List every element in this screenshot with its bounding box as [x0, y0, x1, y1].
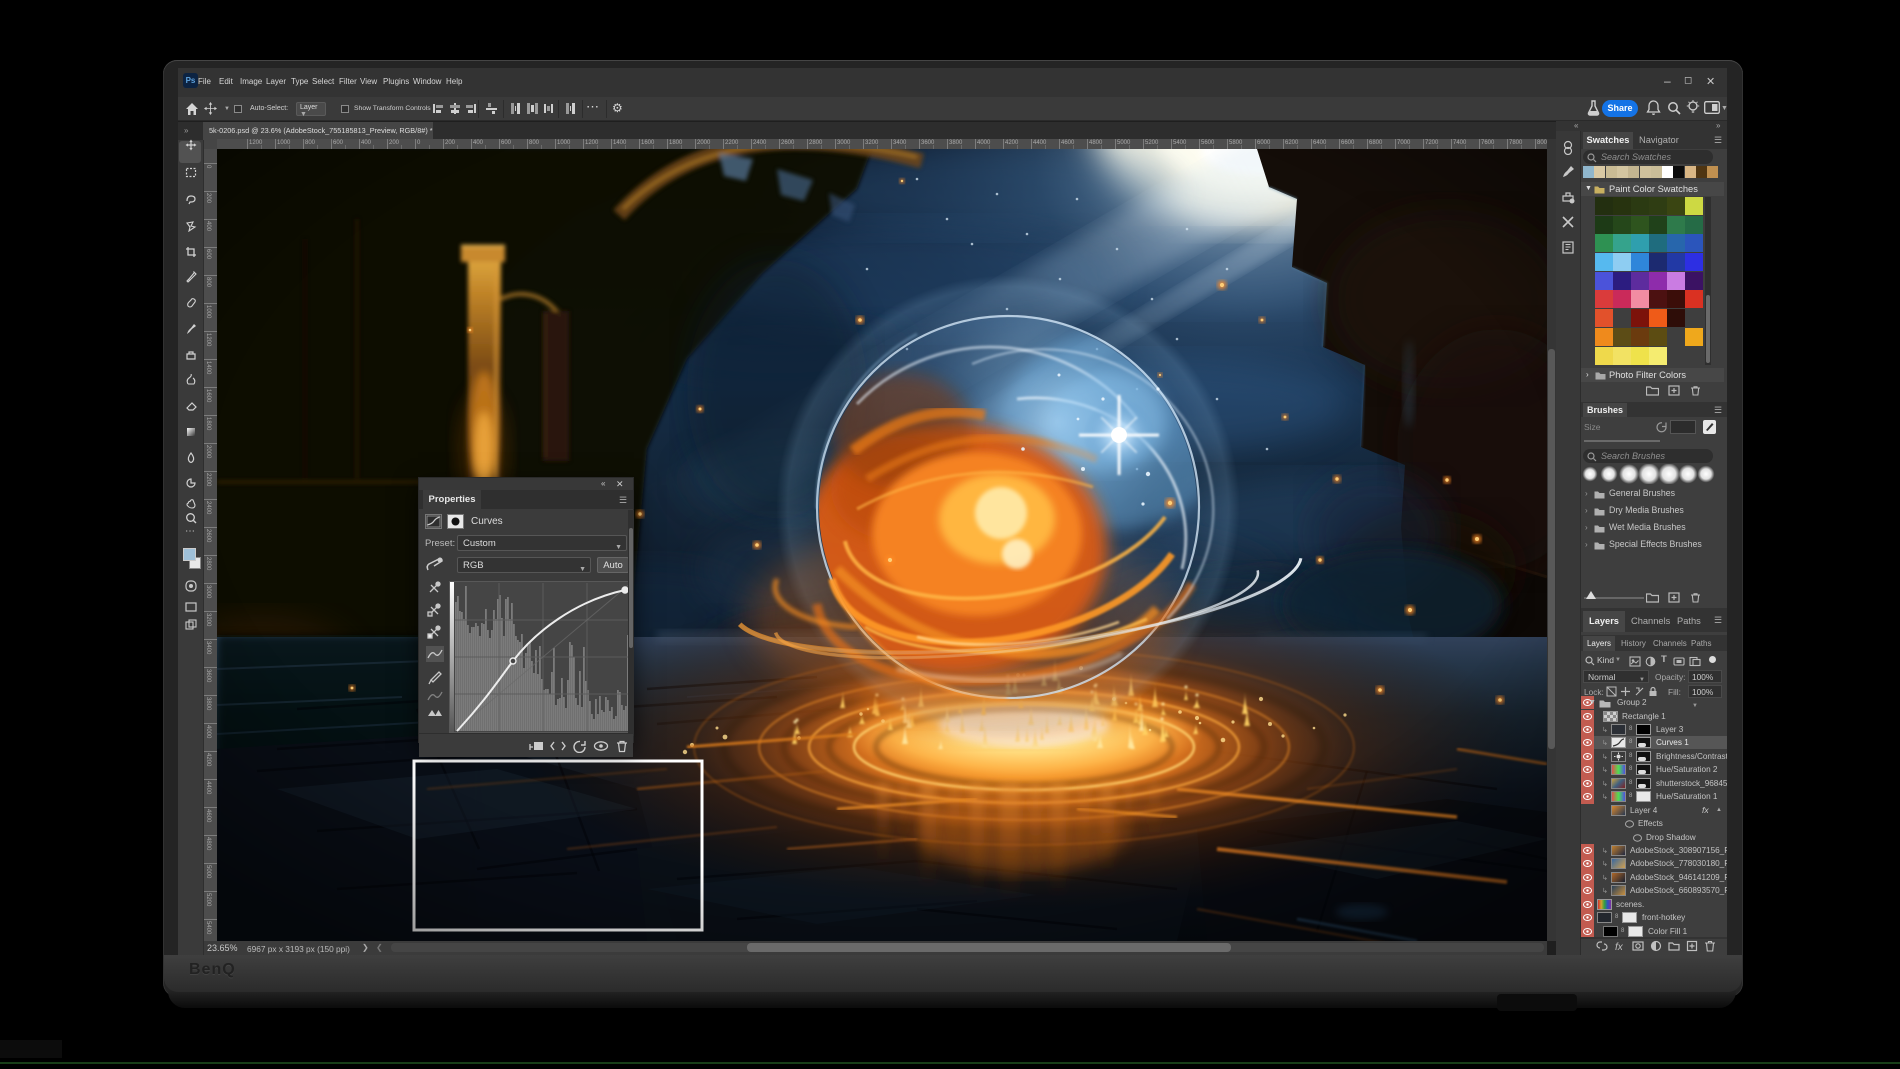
svg-text:fx: fx [1615, 942, 1624, 952]
